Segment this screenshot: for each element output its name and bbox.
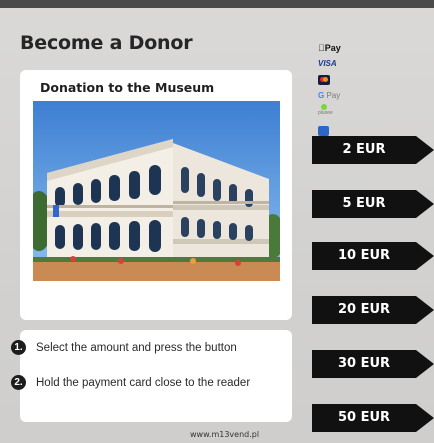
visa-logo: VISA bbox=[318, 56, 358, 71]
payment-card-icon bbox=[318, 125, 329, 136]
card-title: Donation to the Museum bbox=[40, 80, 215, 95]
mastercard-logo bbox=[318, 72, 358, 87]
apple-pay-logo:  Pay bbox=[318, 40, 358, 55]
apple-pay-label: Pay bbox=[318, 42, 341, 53]
pluxee-label: pluxee bbox=[318, 110, 333, 116]
page-title: Become a Donor bbox=[20, 32, 193, 54]
step-text: Select the amount and press the button bbox=[36, 341, 237, 354]
amount-button-10-eur[interactable]: 10 EUR bbox=[312, 242, 434, 270]
mastercard-icon bbox=[318, 74, 330, 85]
amount-label: 10 EUR bbox=[337, 248, 391, 263]
amount-label: 2 EUR bbox=[342, 142, 386, 157]
apple-icon:  bbox=[318, 43, 325, 53]
donation-card: Donation to the Museum bbox=[20, 70, 292, 320]
amount-label: 5 EUR bbox=[342, 196, 386, 211]
top-bar bbox=[0, 0, 434, 8]
amount-button-30-eur[interactable]: 30 EUR bbox=[312, 350, 434, 378]
amount-label: 20 EUR bbox=[337, 302, 391, 317]
instruction-step-1: 1. Select the amount and press the butto… bbox=[11, 340, 237, 355]
amount-label: 30 EUR bbox=[337, 356, 391, 371]
step-text: Hold the payment card close to the reade… bbox=[36, 376, 251, 389]
step-number: 1. bbox=[11, 340, 26, 355]
pluxee-logo: pluxee bbox=[318, 104, 358, 122]
instruction-step-2: 2. Hold the payment card close to the re… bbox=[11, 375, 251, 390]
google-g-label: G bbox=[318, 91, 325, 100]
instructions-card: 1. Select the amount and press the butto… bbox=[11, 330, 292, 422]
website-url: www.m13vend.pl bbox=[190, 430, 260, 439]
museum-photo bbox=[33, 101, 280, 281]
amount-button-5-eur[interactable]: 5 EUR bbox=[312, 190, 434, 218]
amount-button-2-eur[interactable]: 2 EUR bbox=[312, 136, 434, 164]
visa-label: VISA bbox=[318, 59, 337, 68]
amount-button-20-eur[interactable]: 20 EUR bbox=[312, 296, 434, 324]
payment-methods:  Pay VISA G Pay pluxee bbox=[318, 40, 358, 139]
google-pay-logo: G Pay bbox=[318, 88, 358, 103]
google-pay-label: Pay bbox=[326, 91, 341, 100]
amount-button-50-eur[interactable]: 50 EUR bbox=[312, 404, 434, 432]
step-number: 2. bbox=[11, 375, 26, 390]
amount-label: 50 EUR bbox=[337, 410, 391, 425]
